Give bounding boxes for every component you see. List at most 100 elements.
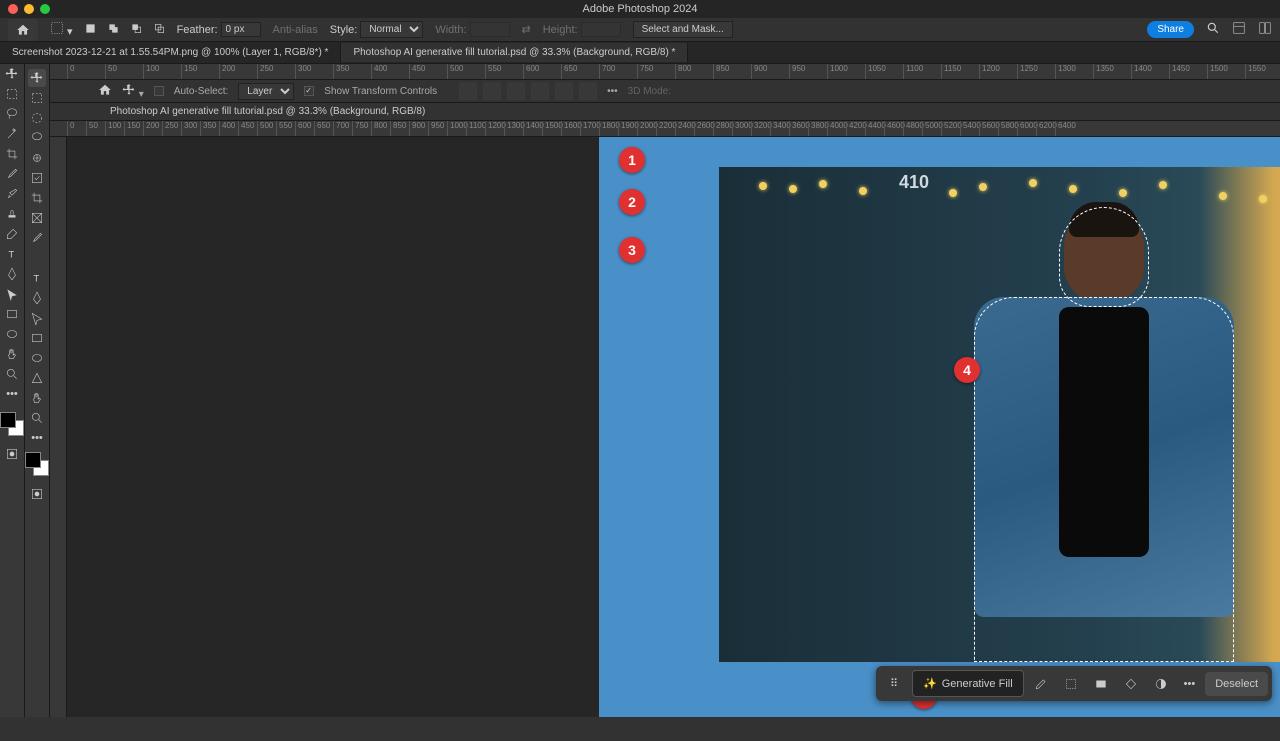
zoom-2-icon[interactable] bbox=[28, 409, 46, 427]
hand-2-icon[interactable] bbox=[28, 389, 46, 407]
quick-mask-2-icon[interactable] bbox=[28, 485, 46, 503]
ruler-tick: 400 bbox=[371, 64, 409, 79]
document-background[interactable]: 410 1 2 3 4 5 bbox=[599, 137, 1280, 717]
gradient-icon[interactable] bbox=[28, 249, 46, 267]
home-button[interactable] bbox=[8, 19, 38, 41]
triangle-icon[interactable] bbox=[28, 369, 46, 387]
eraser-tool-icon[interactable] bbox=[3, 225, 21, 243]
generative-fill-button[interactable]: ✨ Generative Fill bbox=[912, 670, 1024, 697]
search-icon[interactable] bbox=[1206, 21, 1220, 38]
ruler-tick: 100 bbox=[143, 64, 181, 79]
ellipse-tool-icon[interactable] bbox=[3, 325, 21, 343]
ruler-tick: 1050 bbox=[865, 64, 903, 79]
workspace-icon[interactable] bbox=[1232, 21, 1246, 38]
align-left-icon[interactable] bbox=[459, 82, 477, 100]
doc-home-icon[interactable] bbox=[98, 83, 112, 100]
more-options-icon[interactable]: ••• bbox=[1178, 672, 1202, 696]
brush-tool-icon[interactable] bbox=[3, 185, 21, 203]
eyedropper-2-icon[interactable] bbox=[28, 229, 46, 247]
pen-tool-icon[interactable] bbox=[3, 265, 21, 283]
quick-mask-icon[interactable] bbox=[3, 445, 21, 463]
crop-tool-icon[interactable] bbox=[3, 145, 21, 163]
modify-selection-icon[interactable] bbox=[1058, 671, 1084, 697]
subtract-selection-icon[interactable] bbox=[131, 23, 142, 37]
foreground-color[interactable] bbox=[0, 412, 16, 428]
more-align-icon[interactable]: ••• bbox=[607, 86, 618, 97]
path-tool-icon[interactable] bbox=[3, 285, 21, 303]
title-bar: Adobe Photoshop 2024 bbox=[0, 0, 1280, 18]
style-select[interactable]: Normal bbox=[360, 21, 423, 38]
rect-2-icon[interactable] bbox=[28, 329, 46, 347]
tab-screenshot[interactable]: Screenshot 2023-12-21 at 1.55.54PM.png @… bbox=[0, 43, 341, 62]
marquee-rect-icon[interactable] bbox=[28, 89, 46, 107]
height-input bbox=[581, 22, 621, 37]
share-button[interactable]: Share bbox=[1147, 21, 1194, 38]
direct-select-icon[interactable] bbox=[28, 309, 46, 327]
canvas-viewport[interactable]: 410 1 2 3 4 5 bbox=[67, 137, 1280, 717]
color-swatches-2[interactable] bbox=[25, 452, 49, 476]
ruler-tick: 400 bbox=[219, 121, 238, 136]
feather-label: Feather: bbox=[177, 24, 218, 36]
align-bottom-icon[interactable] bbox=[579, 82, 597, 100]
move-icon-small[interactable]: ▾ bbox=[122, 83, 144, 100]
arrange-icon[interactable] bbox=[1258, 21, 1272, 38]
ellipse-2-icon[interactable] bbox=[28, 349, 46, 367]
tool-preset-icon[interactable]: ▾ bbox=[50, 21, 73, 38]
feather-input[interactable] bbox=[221, 22, 261, 37]
window-close[interactable] bbox=[8, 4, 18, 14]
object-select-icon[interactable] bbox=[28, 169, 46, 187]
ruler-tick: 50 bbox=[86, 121, 105, 136]
ruler-tick: 200 bbox=[143, 121, 162, 136]
ruler-tick: 1400 bbox=[1131, 64, 1169, 79]
align-right-icon[interactable] bbox=[507, 82, 525, 100]
auto-select-target[interactable]: Layer bbox=[238, 83, 294, 100]
ruler-tick: 850 bbox=[390, 121, 409, 136]
pen-2-icon[interactable] bbox=[28, 289, 46, 307]
type-2-icon[interactable]: T bbox=[28, 269, 46, 287]
align-vcenter-icon[interactable] bbox=[555, 82, 573, 100]
tab-tutorial[interactable]: Photoshop AI generative fill tutorial.ps… bbox=[341, 43, 688, 62]
marquee-ellipse-icon[interactable] bbox=[28, 109, 46, 127]
show-transform-checkbox[interactable] bbox=[304, 86, 314, 96]
new-selection-icon[interactable] bbox=[85, 23, 96, 37]
window-minimize[interactable] bbox=[24, 4, 34, 14]
zoom-tool-icon[interactable] bbox=[3, 365, 21, 383]
edit-selection-icon[interactable] bbox=[1028, 671, 1054, 697]
select-and-mask-button[interactable]: Select and Mask... bbox=[633, 21, 733, 38]
mask-selection-icon[interactable] bbox=[1088, 671, 1114, 697]
lasso-2-icon[interactable] bbox=[28, 129, 46, 147]
fg-color-2[interactable] bbox=[25, 452, 41, 468]
ruler-tick: 6200 bbox=[1036, 121, 1055, 136]
add-selection-icon[interactable] bbox=[108, 23, 119, 37]
ruler-tick: 150 bbox=[124, 121, 143, 136]
width-input bbox=[470, 22, 510, 37]
wand-tool-icon[interactable] bbox=[3, 125, 21, 143]
drag-handle-icon[interactable]: ⠿ bbox=[880, 671, 908, 696]
align-hcenter-icon[interactable] bbox=[483, 82, 501, 100]
rectangle-tool-icon[interactable] bbox=[3, 305, 21, 323]
auto-select-checkbox[interactable] bbox=[154, 86, 164, 96]
color-swatches[interactable] bbox=[0, 412, 24, 436]
marquee-tool-icon[interactable] bbox=[3, 85, 21, 103]
type-tool-icon[interactable]: T bbox=[3, 245, 21, 263]
move-tool-2-icon[interactable] bbox=[28, 69, 46, 87]
fill-selection-icon[interactable] bbox=[1118, 671, 1144, 697]
more-tools-icon[interactable]: ••• bbox=[3, 385, 21, 403]
crop-2-icon[interactable] bbox=[28, 189, 46, 207]
window-zoom[interactable] bbox=[40, 4, 50, 14]
ruler-tick: 150 bbox=[181, 64, 219, 79]
lasso-tool-icon[interactable] bbox=[3, 105, 21, 123]
ruler-tick: 700 bbox=[599, 64, 637, 79]
deselect-button[interactable]: Deselect bbox=[1205, 672, 1268, 696]
eyedropper-tool-icon[interactable] bbox=[3, 165, 21, 183]
hand-tool-icon[interactable] bbox=[3, 345, 21, 363]
stamp-tool-icon[interactable] bbox=[3, 205, 21, 223]
adjust-icon[interactable] bbox=[1148, 671, 1174, 697]
quick-select-icon[interactable] bbox=[28, 149, 46, 167]
ruler-tick: 1400 bbox=[523, 121, 542, 136]
move-tool-icon[interactable] bbox=[3, 65, 21, 83]
intersect-selection-icon[interactable] bbox=[154, 23, 165, 37]
more-2-icon[interactable]: ••• bbox=[28, 429, 46, 447]
frame-tool-icon[interactable] bbox=[28, 209, 46, 227]
align-top-icon[interactable] bbox=[531, 82, 549, 100]
